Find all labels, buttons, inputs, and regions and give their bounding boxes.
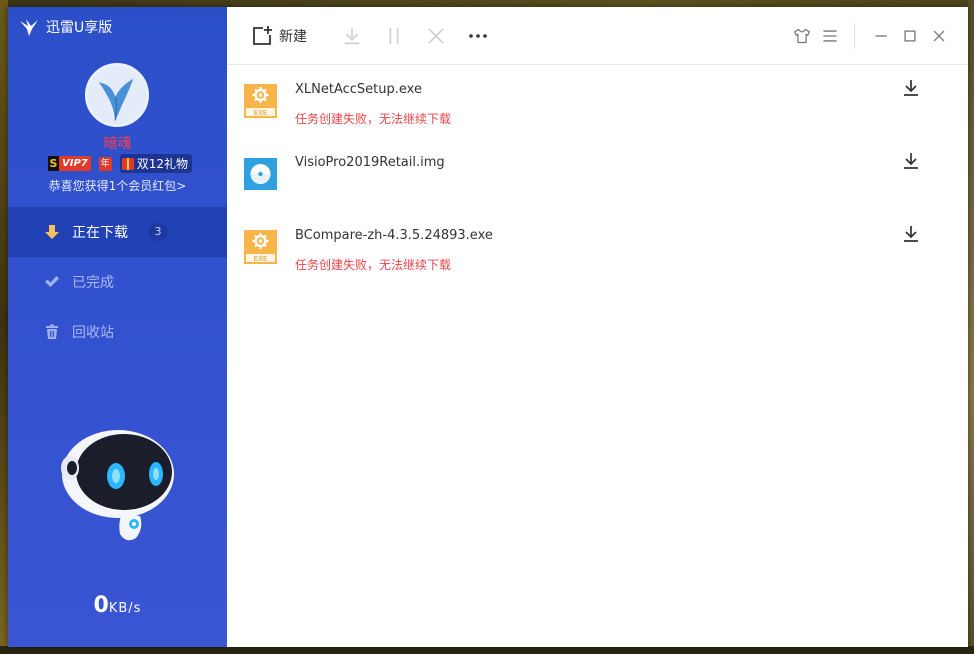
- downloading-count-badge: 3: [148, 223, 168, 241]
- check-icon: [44, 274, 60, 290]
- task-row[interactable]: VisioPro2019Retail.img: [227, 138, 968, 211]
- new-task-icon: [253, 26, 272, 45]
- year-badge[interactable]: 年: [98, 156, 112, 171]
- shirt-icon: [794, 28, 810, 44]
- task-error-status: 任务创建失败，无法继续下载: [295, 258, 452, 272]
- exe-file-icon: EXE: [244, 84, 277, 118]
- sidebar: 迅雷U享版 暗魂 S VIP7 年 双12礼物 恭喜您获得1个会员红包> 正在下…: [8, 7, 227, 647]
- close-button[interactable]: [928, 25, 950, 47]
- gift-button[interactable]: 双12礼物: [119, 154, 193, 173]
- task-filename: BCompare-zh-4.3.5.24893.exe: [295, 228, 493, 243]
- exe-label: EXE: [254, 109, 268, 117]
- skin-button[interactable]: [791, 25, 813, 47]
- vip-badge[interactable]: S VIP7: [48, 156, 91, 171]
- toolbar: 新建: [227, 7, 968, 65]
- vip-level: VIP7: [59, 156, 91, 171]
- hamburger-menu-icon: [823, 30, 837, 42]
- app-window: 迅雷U享版 暗魂 S VIP7 年 双12礼物 恭喜您获得1个会员红包> 正在下…: [8, 7, 968, 647]
- task-filename: VisioPro2019Retail.img: [295, 155, 445, 170]
- download-icon: [344, 27, 360, 45]
- pause-button[interactable]: [383, 25, 405, 47]
- thunder-bird-logo-icon: [20, 19, 38, 36]
- resume-download-icon[interactable]: [901, 224, 921, 244]
- task-row[interactable]: EXE XLNetAccSetup.exe 任务创建失败，无法继续下载: [227, 65, 968, 138]
- sidebar-item-completed[interactable]: 已完成: [8, 257, 227, 307]
- more-button[interactable]: [467, 25, 489, 47]
- vip-s-mark: S: [48, 156, 59, 171]
- minimize-icon: [875, 35, 887, 37]
- sidebar-item-label: 正在下载: [72, 225, 128, 241]
- start-download-button[interactable]: [341, 25, 363, 47]
- resume-download-icon[interactable]: [901, 78, 921, 98]
- gift-label: 双12礼物: [136, 157, 189, 171]
- close-icon: [933, 30, 945, 42]
- img-disc-file-icon: [244, 158, 277, 190]
- menu-button[interactable]: [819, 25, 841, 47]
- maximize-icon: [904, 30, 916, 42]
- speed-unit: KB/s: [108, 601, 142, 616]
- gift-icon: [121, 157, 134, 170]
- trash-icon: [44, 324, 60, 340]
- delete-button[interactable]: [425, 25, 447, 47]
- desktop-background-bottom: [0, 646, 974, 654]
- more-dots-icon: [469, 34, 487, 38]
- brand: 迅雷U享版: [18, 17, 112, 37]
- robot-mascot-icon: [61, 430, 174, 541]
- resume-download-icon[interactable]: [901, 151, 921, 171]
- toolbar-divider: [854, 23, 855, 49]
- task-filename: XLNetAccSetup.exe: [295, 82, 422, 97]
- maximize-button[interactable]: [899, 25, 921, 47]
- sidebar-item-label: 已完成: [72, 275, 114, 291]
- desktop-background-right: [968, 0, 974, 654]
- download-speed: 0KB/s: [8, 593, 227, 618]
- username[interactable]: 暗魂: [8, 133, 227, 153]
- red-packet-promo-link[interactable]: 恭喜您获得1个会员红包>: [8, 177, 227, 194]
- sidebar-nav: 正在下载 3 已完成 回收站: [8, 207, 227, 357]
- avatar[interactable]: [85, 63, 149, 127]
- desktop-background: [0, 0, 8, 654]
- main-panel: 新建 EXE XLNetAccSetup.exe 任务创建失败，无法继续下载 V…: [227, 7, 968, 647]
- exe-file-icon: EXE: [244, 230, 277, 264]
- sidebar-item-recycle-bin[interactable]: 回收站: [8, 307, 227, 357]
- new-task-label: 新建: [279, 29, 307, 45]
- download-arrow-icon: [44, 224, 60, 240]
- task-error-status: 任务创建失败，无法继续下载: [295, 112, 452, 126]
- pause-icon: [389, 27, 399, 45]
- speed-value: 0: [93, 593, 109, 618]
- app-title: 迅雷U享版: [46, 20, 113, 36]
- close-x-icon: [428, 28, 444, 44]
- task-list: EXE XLNetAccSetup.exe 任务创建失败，无法继续下载 Visi…: [227, 65, 968, 284]
- sidebar-item-downloading[interactable]: 正在下载 3: [8, 207, 227, 257]
- sidebar-item-label: 回收站: [72, 325, 114, 341]
- task-row[interactable]: EXE BCompare-zh-4.3.5.24893.exe 任务创建失败，无…: [227, 211, 968, 284]
- member-badges: S VIP7 年 双12礼物: [48, 154, 193, 173]
- exe-label: EXE: [254, 255, 268, 263]
- minimize-button[interactable]: [870, 25, 892, 47]
- new-task-button[interactable]: 新建: [251, 25, 307, 47]
- avatar-bird-icon: [88, 66, 146, 124]
